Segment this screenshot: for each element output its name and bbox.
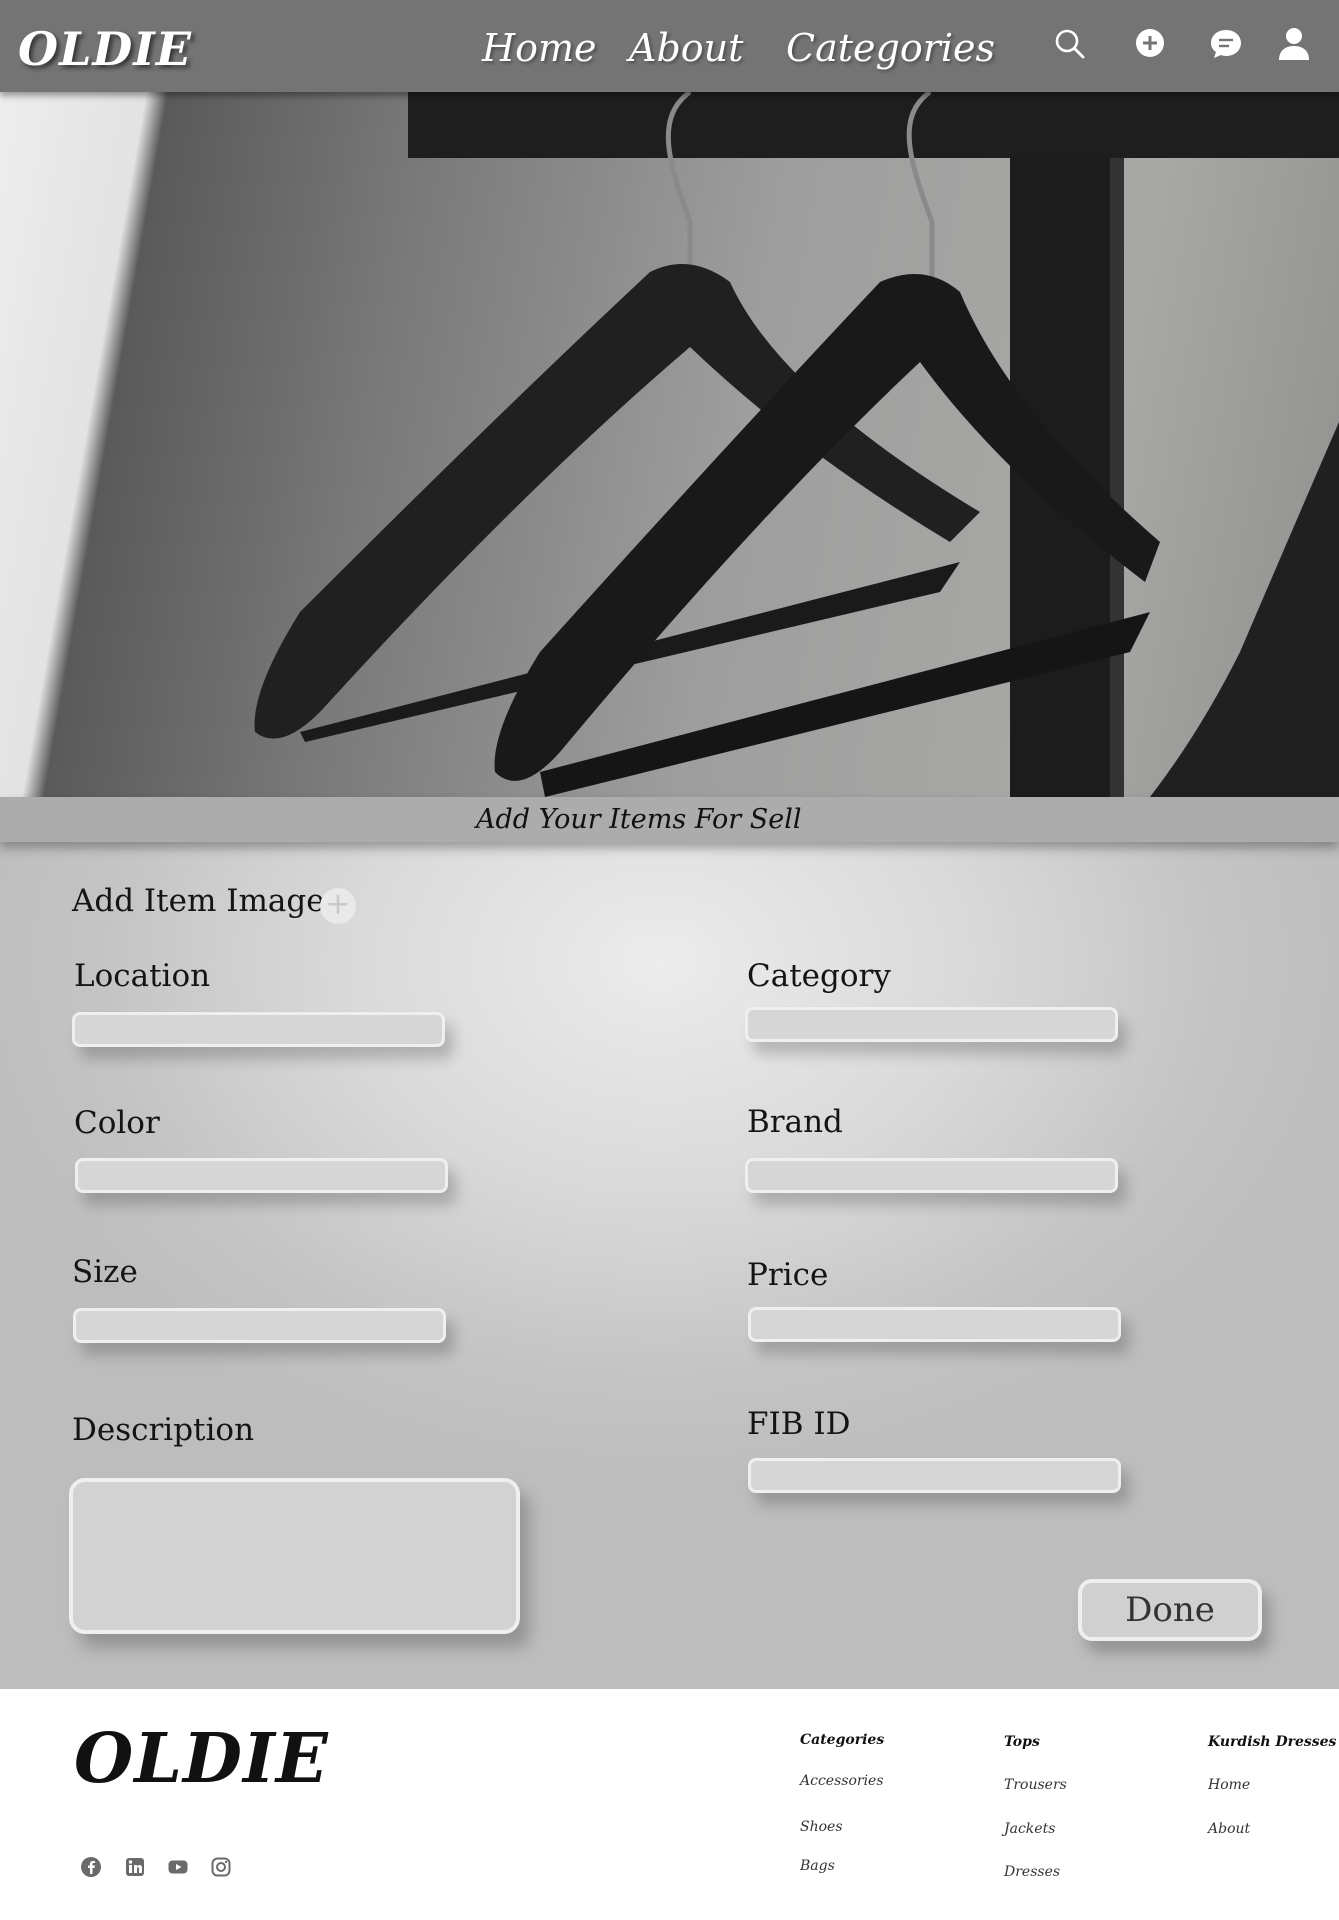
size-label: Size [72, 1254, 138, 1290]
location-input[interactable] [72, 1012, 445, 1047]
add-item-image-label: Add Item Image [72, 883, 325, 919]
brand-logo[interactable]: OLDIE [18, 22, 192, 76]
hangers-illustration [254, 92, 1339, 797]
section-title-bar: Add Your Items For Sell [0, 797, 1339, 842]
footer-link-dresses[interactable]: Dresses [1004, 1864, 1060, 1880]
footer-link-bags[interactable]: Bags [800, 1858, 835, 1874]
description-textarea[interactable] [69, 1478, 520, 1634]
facebook-icon[interactable] [80, 1856, 102, 1878]
done-button[interactable]: Done [1078, 1579, 1262, 1641]
fib-id-label: FIB ID [747, 1406, 851, 1442]
footer-tops-heading[interactable]: Tops [1004, 1734, 1040, 1750]
user-icon[interactable] [1276, 26, 1312, 62]
category-label: Category [747, 958, 891, 994]
footer-link-about[interactable]: About [1208, 1821, 1250, 1837]
footer: OLDIE Categories Accessories Shoes Bags … [0, 1689, 1339, 1920]
fib-id-input[interactable] [748, 1458, 1121, 1493]
footer-link-accessories[interactable]: Accessories [800, 1773, 884, 1789]
description-label: Description [72, 1412, 255, 1448]
color-label: Color [74, 1105, 160, 1141]
instagram-icon[interactable] [210, 1856, 232, 1878]
youtube-icon[interactable] [167, 1856, 189, 1878]
plus-icon[interactable]: + [320, 888, 356, 924]
footer-kurdish-dresses-heading[interactable]: Kurdish Dresses [1208, 1734, 1336, 1750]
hero-hangers-image [0, 92, 1339, 797]
footer-link-jackets[interactable]: Jackets [1004, 1821, 1055, 1837]
category-input[interactable] [745, 1007, 1118, 1042]
price-label: Price [747, 1257, 829, 1293]
location-label: Location [74, 958, 211, 994]
nav-categories-link[interactable]: Categories [786, 26, 995, 70]
section-title: Add Your Items For Sell [476, 804, 802, 835]
brand-label: Brand [747, 1104, 843, 1140]
price-input[interactable] [748, 1307, 1121, 1342]
chat-icon[interactable] [1208, 26, 1244, 62]
footer-link-home[interactable]: Home [1208, 1777, 1250, 1793]
footer-brand-logo[interactable]: OLDIE [74, 1719, 329, 1799]
footer-link-shoes[interactable]: Shoes [800, 1819, 843, 1835]
search-icon[interactable] [1052, 26, 1088, 62]
color-input[interactable] [75, 1158, 448, 1193]
linkedin-icon[interactable] [124, 1856, 146, 1878]
nav-about-link[interactable]: About [629, 26, 743, 70]
footer-link-trousers[interactable]: Trousers [1004, 1777, 1067, 1793]
add-circle-icon[interactable] [1132, 26, 1168, 62]
brand-input[interactable] [745, 1158, 1118, 1193]
size-input[interactable] [73, 1308, 446, 1343]
footer-categories-heading[interactable]: Categories [800, 1732, 884, 1748]
top-navbar: OLDIE Home About Categories [0, 0, 1339, 92]
nav-home-link[interactable]: Home [482, 26, 597, 70]
